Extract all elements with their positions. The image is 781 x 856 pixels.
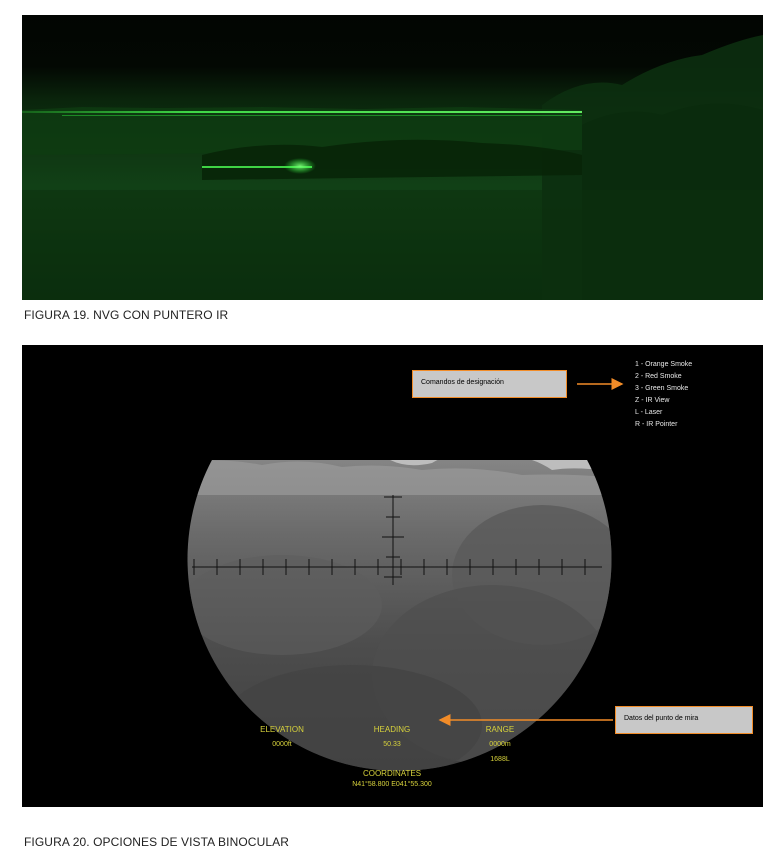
- menu-item-orange-smoke: 1 - Orange Smoke: [635, 361, 693, 368]
- hud-range-value: 0000m: [489, 741, 511, 748]
- menu-item-laser: L - Laser: [635, 409, 663, 416]
- hud-coordinates-label: COORDINATES: [362, 769, 422, 778]
- designation-menu: 1 - Orange Smoke 2 - Red Smoke 3 - Green…: [635, 359, 692, 431]
- menu-item-ir-pointer: R - IR Pointer: [635, 421, 678, 428]
- hud-heading-label: HEADING: [373, 725, 411, 734]
- figure-20-caption: FIGURA 20. OPCIONES DE VISTA BINOCULAR: [24, 835, 289, 849]
- menu-item-ir-view: Z - IR View: [635, 397, 670, 404]
- hud-coordinates-value: N41°58.800 E041°55.300: [352, 781, 432, 788]
- hud-range-label: RANGE: [485, 725, 515, 734]
- callout-aim-point-data: Datos del punto de mira: [615, 706, 753, 734]
- callout-designation-commands: Comandos de designación: [412, 370, 567, 398]
- ir-pointer-glow: [284, 158, 316, 174]
- menu-item-green-smoke: 3 - Green Smoke: [635, 385, 689, 392]
- ir-beam: [22, 111, 582, 113]
- binocular-view-image: 1 - Orange Smoke 2 - Red Smoke 3 - Green…: [22, 345, 763, 807]
- hud-elevation-value: 0000ft: [272, 741, 292, 748]
- nvg-scene: [22, 35, 763, 300]
- binocular-lens: [187, 460, 612, 771]
- hud-heading-value: 50.33: [383, 741, 401, 748]
- hud-elevation-label: ELEVATION: [260, 725, 304, 734]
- figure-19-caption: FIGURA 19. NVG CON PUNTERO IR: [24, 308, 229, 322]
- menu-item-red-smoke: 2 - Red Smoke: [635, 373, 682, 380]
- nvg-ir-pointer-image: [22, 15, 763, 300]
- hud-range-mode: 1688L: [490, 756, 510, 763]
